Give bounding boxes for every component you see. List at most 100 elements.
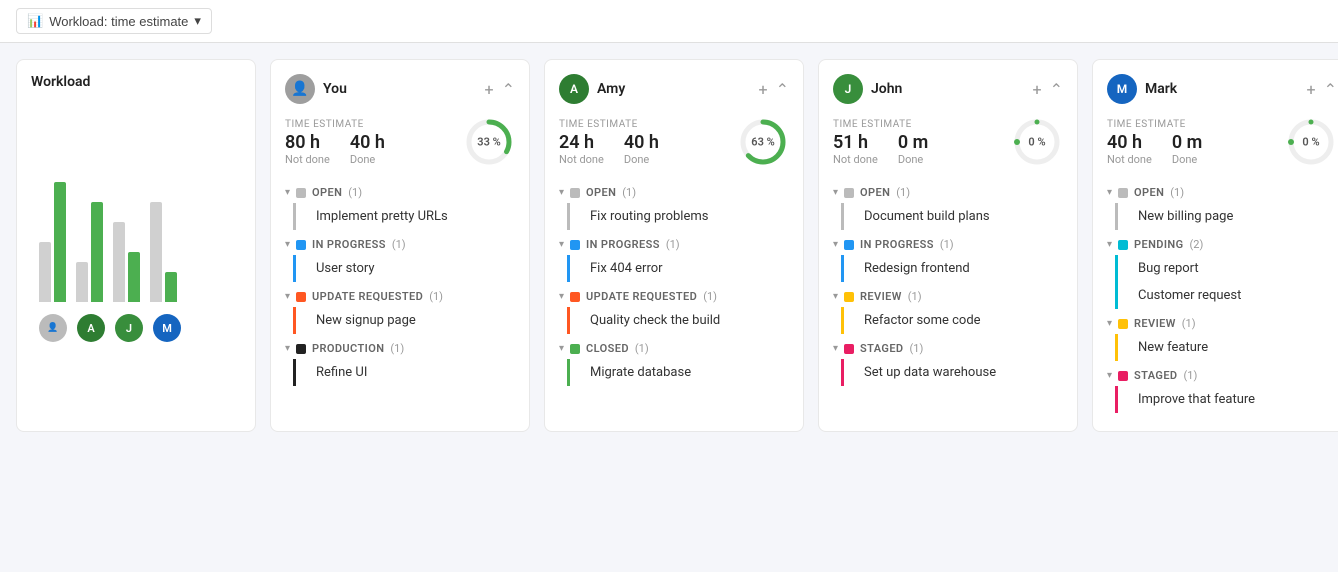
status-dot (1118, 240, 1128, 250)
task-item[interactable]: User story (293, 255, 515, 282)
status-group-0: ▾ OPEN (1) New billing page (1107, 182, 1337, 230)
time-numbers: 51 h Not done 0 m Done (833, 132, 999, 166)
person-header: J John + ⌃ (833, 74, 1063, 104)
task-item[interactable]: Quality check the build (567, 307, 789, 334)
collapse-icon[interactable]: ⌃ (1324, 80, 1337, 99)
add-icon[interactable]: + (759, 80, 768, 99)
not-done-label: Not done (285, 153, 330, 166)
status-header[interactable]: ▾ IN PROGRESS (1) (285, 234, 515, 255)
task-item[interactable]: New billing page (1115, 203, 1337, 230)
status-header[interactable]: ▾ UPDATE REQUESTED (1) (559, 286, 789, 307)
task-item[interactable]: Refine UI (293, 359, 515, 386)
task-label: New feature (1138, 340, 1208, 355)
status-dot (296, 188, 306, 198)
status-group-3: ▾ STAGED (1) Set up data warehouse (833, 338, 1063, 386)
chart-area (31, 102, 241, 302)
status-group-0: ▾ OPEN (1) Implement pretty URLs (285, 182, 515, 230)
time-values: TIME ESTIMATE 51 h Not done 0 m Done (833, 119, 999, 166)
workload-panel: Workload 👤 A J M (16, 59, 256, 432)
donut-chart: 63 % (737, 116, 789, 168)
task-item[interactable]: New signup page (293, 307, 515, 334)
chevron-down-icon: ▾ (833, 187, 838, 198)
task-item[interactable]: Customer request (1115, 282, 1337, 309)
person-actions: + ⌃ (759, 80, 789, 99)
time-numbers: 24 h Not done 40 h Done (559, 132, 725, 166)
done-label: Done (350, 153, 385, 166)
add-icon[interactable]: + (1033, 80, 1042, 99)
avatar-john: J (115, 314, 143, 342)
status-count: (1) (1182, 317, 1196, 330)
collapse-icon[interactable]: ⌃ (502, 80, 515, 99)
status-name: IN PROGRESS (312, 238, 386, 251)
status-group-2: ▾ UPDATE REQUESTED (1) New signup page (285, 286, 515, 334)
status-header[interactable]: ▾ OPEN (1) (833, 182, 1063, 203)
person-name: You (323, 81, 347, 97)
status-name: REVIEW (1134, 317, 1176, 330)
task-item[interactable]: Fix routing problems (567, 203, 789, 230)
task-item[interactable]: Redesign frontend (841, 255, 1063, 282)
status-count: (1) (429, 290, 443, 303)
add-icon[interactable]: + (1307, 80, 1316, 99)
task-item[interactable]: Bug report (1115, 255, 1337, 282)
status-header[interactable]: ▾ IN PROGRESS (1) (559, 234, 789, 255)
status-header[interactable]: ▾ REVIEW (1) (833, 286, 1063, 307)
task-item[interactable]: Set up data warehouse (841, 359, 1063, 386)
person-name: John (871, 81, 902, 97)
persons-container: 👤 You + ⌃ TIME ESTIMATE 80 h Not done 40… (270, 59, 1338, 432)
status-count: (1) (703, 290, 717, 303)
status-name: OPEN (860, 186, 890, 199)
chevron-down-icon: ▾ (285, 239, 290, 250)
task-item[interactable]: New feature (1115, 334, 1337, 361)
status-header[interactable]: ▾ CLOSED (1) (559, 338, 789, 359)
person-info: J John (833, 74, 902, 104)
task-item[interactable]: Refactor some code (841, 307, 1063, 334)
status-group-2: ▾ UPDATE REQUESTED (1) Quality check the… (559, 286, 789, 334)
status-header[interactable]: ▾ STAGED (1) (833, 338, 1063, 359)
not-done-label: Not done (559, 153, 604, 166)
status-header[interactable]: ▾ PENDING (2) (1107, 234, 1337, 255)
bar-gray-4 (150, 202, 162, 302)
collapse-icon[interactable]: ⌃ (776, 80, 789, 99)
status-name: UPDATE REQUESTED (312, 290, 423, 303)
bar-group-3 (113, 142, 140, 302)
task-label: Redesign frontend (864, 261, 970, 276)
bar-gray-3 (113, 222, 125, 302)
task-item[interactable]: Implement pretty URLs (293, 203, 515, 230)
task-item[interactable]: Improve that feature (1115, 386, 1337, 413)
status-dot (844, 344, 854, 354)
status-header[interactable]: ▾ OPEN (1) (559, 182, 789, 203)
collapse-icon[interactable]: ⌃ (1050, 80, 1063, 99)
person-column-mark: M Mark + ⌃ TIME ESTIMATE 40 h Not done 0… (1092, 59, 1338, 432)
done-block: 40 h Done (624, 132, 659, 166)
status-header[interactable]: ▾ PRODUCTION (1) (285, 338, 515, 359)
status-header[interactable]: ▾ STAGED (1) (1107, 365, 1337, 386)
not-done-label: Not done (833, 153, 878, 166)
status-name: UPDATE REQUESTED (586, 290, 697, 303)
main-content: Workload 👤 A J M (0, 43, 1338, 448)
status-header[interactable]: ▾ REVIEW (1) (1107, 313, 1337, 334)
status-dot (570, 344, 580, 354)
add-icon[interactable]: + (485, 80, 494, 99)
status-header[interactable]: ▾ UPDATE REQUESTED (1) (285, 286, 515, 307)
not-done-value: 24 h (559, 132, 604, 153)
person-actions: + ⌃ (1307, 80, 1337, 99)
percent-label: 0 % (1028, 136, 1045, 149)
status-count: (1) (940, 238, 954, 251)
donut-chart: 0 % (1285, 116, 1337, 168)
task-item[interactable]: Document build plans (841, 203, 1063, 230)
bar-group-4 (150, 142, 177, 302)
status-header[interactable]: ▾ IN PROGRESS (1) (833, 234, 1063, 255)
status-dot (844, 240, 854, 250)
task-item[interactable]: Fix 404 error (567, 255, 789, 282)
task-item[interactable]: Migrate database (567, 359, 789, 386)
avatar-mark: M (153, 314, 181, 342)
status-header[interactable]: ▾ OPEN (1) (285, 182, 515, 203)
status-name: STAGED (1134, 369, 1177, 382)
done-value: 40 h (624, 132, 659, 153)
status-header[interactable]: ▾ OPEN (1) (1107, 182, 1337, 203)
donut-chart: 0 % (1011, 116, 1063, 168)
status-count: (1) (392, 238, 406, 251)
workload-button[interactable]: 📊 Workload: time estimate ▾ (16, 8, 212, 34)
status-dot (1118, 188, 1128, 198)
person-header: M Mark + ⌃ (1107, 74, 1337, 104)
